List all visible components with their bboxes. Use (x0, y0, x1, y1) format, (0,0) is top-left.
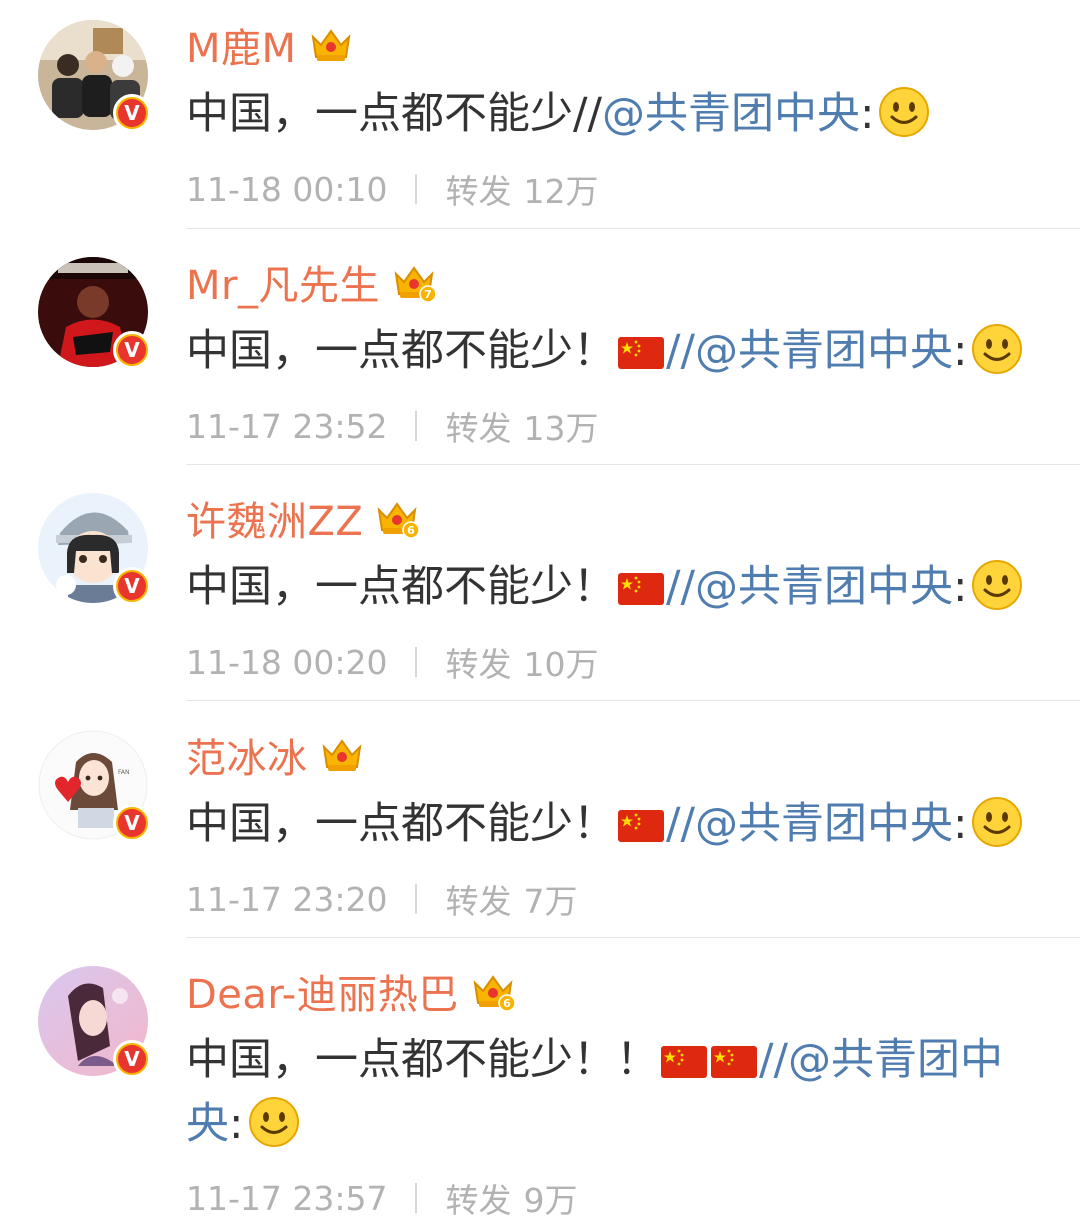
post-meta: 11-17 23:52 转发 13万 (186, 402, 598, 450)
vip-crown-icon (322, 739, 361, 771)
china-flag-emoji (711, 1046, 757, 1078)
verified-v-icon: V (113, 94, 151, 132)
avatar[interactable]: V (38, 20, 151, 132)
meta-separator (415, 411, 418, 441)
post-text: 中国，一点都不能少！ //@共青团中央: (186, 792, 1046, 856)
china-flag-emoji (661, 1046, 707, 1078)
post-meta: 11-17 23:20 转发 7万 (186, 875, 577, 923)
post-text: 中国，一点都不能少！ //@共青团中央: (186, 319, 1046, 383)
china-flag-emoji (618, 573, 664, 605)
mention-link[interactable]: //@共青团中央 (666, 562, 953, 612)
meta-separator (415, 174, 418, 204)
username[interactable]: M鹿M (186, 16, 297, 74)
smile-emoji (972, 560, 1023, 610)
repost-label[interactable]: 转发 (445, 638, 511, 686)
username[interactable]: Dear-迪丽热巴 (186, 962, 459, 1020)
repost-count: 12万 (523, 172, 599, 211)
mention-link[interactable]: //@共青团中央 (666, 799, 953, 849)
divider (186, 464, 1080, 465)
repost-count: 7万 (523, 882, 578, 921)
avatar[interactable]: V (38, 257, 151, 369)
verified-v-icon: V (113, 804, 151, 842)
verified-v-icon: V (113, 567, 151, 605)
repost-feed: V M鹿M 中国，一点都不能少//@共青团中央: 11-18 00:10 转发 … (0, 0, 1080, 1221)
crown-level: 7 (424, 288, 432, 301)
post-time: 11-18 00:20 (186, 642, 388, 682)
repost-label[interactable]: 转发 (445, 1174, 511, 1222)
crown-level: 6 (503, 997, 511, 1010)
repost-count: 10万 (523, 645, 599, 684)
vip-crown-icon: 6 (473, 975, 515, 1012)
post-time: 11-17 23:20 (186, 879, 388, 919)
avatar[interactable]: V (38, 966, 151, 1078)
repost-label[interactable]: 转发 (445, 402, 511, 450)
repost-count: 9万 (523, 1181, 578, 1220)
mention-link[interactable]: //@共青团中央 (666, 326, 953, 376)
smile-emoji (972, 797, 1023, 847)
post-meta: 11-18 00:20 转发 10万 (186, 638, 598, 686)
post-text: 中国，一点都不能少！！ //@共青团中 央: (186, 1035, 1003, 1149)
post-text: 中国，一点都不能少//@共青团中央: (186, 82, 1046, 146)
post-text: 中国，一点都不能少！ //@共青团中央: (186, 555, 1046, 619)
crown-level: 6 (407, 524, 415, 537)
china-flag-emoji (618, 810, 664, 842)
meta-separator (415, 647, 418, 677)
divider (186, 700, 1080, 701)
username[interactable]: Mr_凡先生 (186, 253, 380, 311)
mention-link-cont[interactable]: 央 (186, 1099, 229, 1149)
mention-link[interactable]: @共青团中央 (602, 89, 860, 139)
meta-separator (415, 1183, 418, 1213)
china-flag-emoji (618, 337, 664, 369)
post-time: 11-18 00:10 (186, 169, 388, 209)
post-meta: 11-18 00:10 转发 12万 (186, 165, 598, 213)
vip-crown-icon: 6 (377, 502, 420, 539)
verified-v-icon: V (113, 1040, 151, 1078)
svg-text:FAN: FAN (118, 769, 130, 776)
repost-count: 13万 (523, 409, 599, 448)
verified-v-icon: V (113, 331, 151, 369)
vip-crown-icon: 7 (394, 266, 436, 303)
vip-crown-icon (311, 29, 350, 61)
username[interactable]: 范冰冰 (186, 726, 308, 784)
username[interactable]: 许魏洲ZZ (186, 489, 363, 547)
post-time: 11-17 23:52 (186, 406, 388, 446)
avatar[interactable]: FAN V (38, 730, 151, 842)
post-meta: 11-17 23:57 转发 9万 (186, 1174, 577, 1222)
divider (186, 228, 1080, 229)
post-time: 11-17 23:57 (186, 1178, 388, 1218)
mention-link[interactable]: //@共青团中 (759, 1035, 1003, 1085)
meta-separator (415, 884, 418, 914)
repost-label[interactable]: 转发 (445, 165, 511, 213)
repost-label[interactable]: 转发 (445, 875, 511, 923)
divider (186, 937, 1080, 938)
smile-emoji (879, 87, 930, 137)
avatar[interactable]: V (38, 493, 151, 605)
smile-emoji (972, 324, 1023, 374)
smile-emoji (248, 1097, 299, 1147)
